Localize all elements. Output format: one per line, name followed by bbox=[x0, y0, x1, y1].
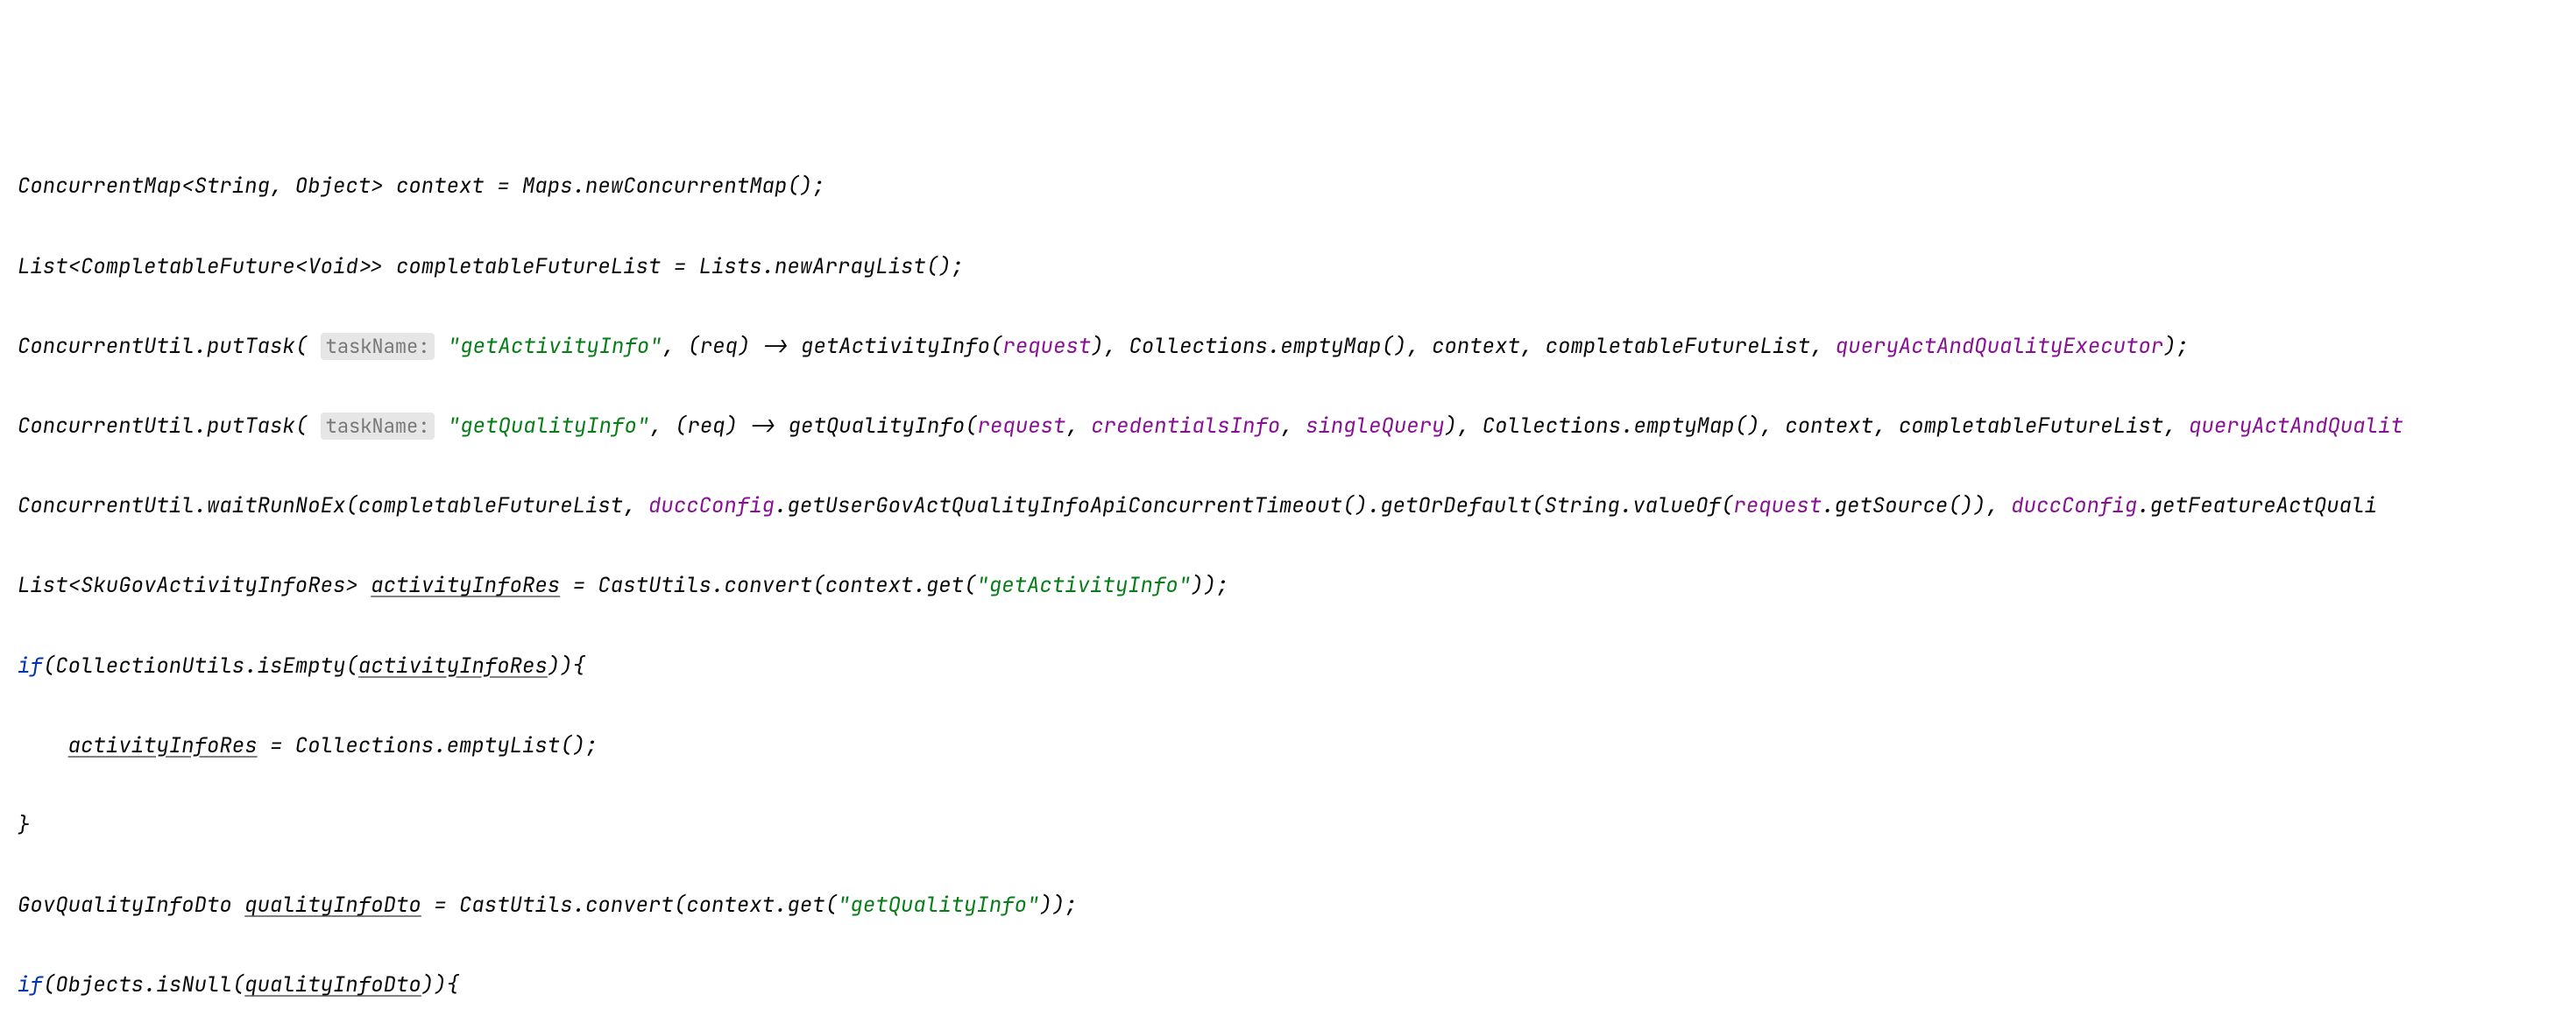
code-token: ( bbox=[295, 413, 321, 440]
code-token: } bbox=[18, 812, 30, 839]
static-method: waitRunNoEx bbox=[207, 492, 345, 519]
code-line-7: if(CollectionUtils.isEmpty(activityInfoR… bbox=[18, 646, 2558, 687]
static-method: isEmpty bbox=[258, 653, 346, 680]
static-method: valueOf bbox=[1632, 492, 1721, 519]
code-token: (); bbox=[787, 173, 824, 200]
code-line-8: activityInfoRes = Collections.emptyList(… bbox=[18, 726, 2558, 766]
code-token: (completableFutureList, bbox=[345, 492, 648, 519]
code-token: = CastUtils. bbox=[560, 572, 724, 599]
code-token: (context.get( bbox=[812, 572, 976, 599]
code-token: , bbox=[1280, 413, 1306, 440]
code-line-3: ConcurrentUtil.putTask( taskName: "getAc… bbox=[18, 327, 2558, 367]
code-token: ), Collections. bbox=[1091, 333, 1280, 360]
variable: activityInfoRes bbox=[68, 732, 258, 759]
code-token: )){ bbox=[548, 653, 585, 680]
static-method: emptyMap bbox=[1634, 413, 1735, 440]
code-token: ( bbox=[232, 971, 244, 998]
variable: activityInfoRes bbox=[358, 653, 548, 680]
code-token: (), context, completableFutureList, bbox=[1735, 413, 2189, 440]
code-line-5: ConcurrentUtil.waitRunNoEx(completableFu… bbox=[18, 486, 2558, 526]
code-token: )); bbox=[1039, 892, 1077, 919]
string-literal: "getQualityInfo" bbox=[838, 892, 1039, 919]
code-token: ConcurrentUtil. bbox=[18, 413, 207, 440]
code-token: List<SkuGovActivityInfoRes> bbox=[18, 572, 371, 599]
code-token: (); bbox=[560, 732, 598, 759]
string-literal: "getActivityInfo" bbox=[448, 333, 662, 360]
code-token: ); bbox=[2163, 333, 2189, 360]
code-token: ConcurrentUtil. bbox=[18, 492, 207, 519]
indent bbox=[18, 732, 68, 759]
parameter-ref: request bbox=[1002, 333, 1091, 360]
static-method: convert bbox=[585, 892, 674, 919]
static-method: emptyList bbox=[447, 732, 561, 759]
variable: qualityInfoDto bbox=[244, 971, 421, 998]
code-token: (Objects. bbox=[43, 971, 157, 998]
code-token: GovQualityInfoDto bbox=[18, 892, 244, 919]
code-token: )); bbox=[1191, 572, 1228, 599]
code-token: , (req) -> getQualityInfo( bbox=[649, 413, 977, 440]
code-token: )){ bbox=[421, 971, 459, 998]
static-method: newArrayList bbox=[775, 253, 926, 280]
code-token: , (req) -> getActivityInfo( bbox=[662, 333, 1003, 360]
static-method: isNull bbox=[156, 971, 231, 998]
code-line-1: ConcurrentMap<String, Object> context = … bbox=[18, 166, 2558, 207]
string-literal: "getQualityInfo" bbox=[448, 413, 649, 440]
code-token: List<CompletableFuture<Void>> completabl… bbox=[18, 253, 775, 280]
parameter-ref: duccConfig bbox=[2011, 492, 2137, 519]
static-method: emptyMap bbox=[1280, 333, 1381, 360]
code-token: = CastUtils. bbox=[421, 892, 585, 919]
code-token: , bbox=[1065, 413, 1091, 440]
parameter-ref: request bbox=[1733, 492, 1822, 519]
parameter-hint: taskName: bbox=[321, 413, 435, 440]
code-token: (context.get( bbox=[674, 892, 838, 919]
static-method: newConcurrentMap bbox=[585, 173, 787, 200]
parameter-ref: credentialsInfo bbox=[1091, 413, 1280, 440]
parameter-hint: taskName: bbox=[321, 333, 435, 360]
static-method: putTask bbox=[207, 413, 295, 440]
parameter-ref: duccConfig bbox=[648, 492, 775, 519]
keyword: if bbox=[18, 971, 43, 998]
code-token: (CollectionUtils. bbox=[43, 653, 258, 680]
variable: qualityInfoDto bbox=[244, 892, 421, 919]
variable: activityInfoRes bbox=[371, 572, 560, 599]
code-line-4: ConcurrentUtil.putTask( taskName: "getQu… bbox=[18, 406, 2558, 447]
code-token: = Collections. bbox=[258, 732, 447, 759]
code-line-9: } bbox=[18, 806, 2558, 846]
parameter-ref: queryActAndQualit bbox=[2189, 413, 2403, 440]
code-token: ( bbox=[295, 333, 321, 360]
static-method: putTask bbox=[207, 333, 295, 360]
code-token: ConcurrentMap<String, Object> context = … bbox=[18, 173, 585, 200]
static-method: convert bbox=[724, 572, 812, 599]
code-token: .getUserGovActQualityInfoApiConcurrentTi… bbox=[775, 492, 1632, 519]
code-line-10: GovQualityInfoDto qualityInfoDto = CastU… bbox=[18, 885, 2558, 926]
code-token: ( bbox=[1721, 492, 1733, 519]
parameter-ref: singleQuery bbox=[1306, 413, 1444, 440]
code-token bbox=[435, 413, 447, 440]
code-token bbox=[435, 333, 447, 360]
code-token: ConcurrentUtil. bbox=[18, 333, 207, 360]
keyword: if bbox=[18, 653, 43, 680]
parameter-ref: request bbox=[978, 413, 1066, 440]
code-line-11: if(Objects.isNull(qualityInfoDto)){ bbox=[18, 965, 2558, 1005]
code-token: .getSource()), bbox=[1822, 492, 2011, 519]
code-token: (), context, completableFutureList, bbox=[1381, 333, 1835, 360]
code-token: ( bbox=[345, 653, 357, 680]
code-line-6: List<SkuGovActivityInfoRes> activityInfo… bbox=[18, 566, 2558, 606]
string-literal: "getActivityInfo" bbox=[976, 572, 1191, 599]
code-line-2: List<CompletableFuture<Void>> completabl… bbox=[18, 247, 2558, 287]
code-token: (); bbox=[926, 253, 964, 280]
code-token: .getFeatureActQuali bbox=[2137, 492, 2377, 519]
parameter-ref: queryActAndQualityExecutor bbox=[1836, 333, 2163, 360]
code-token: ), Collections. bbox=[1445, 413, 1634, 440]
